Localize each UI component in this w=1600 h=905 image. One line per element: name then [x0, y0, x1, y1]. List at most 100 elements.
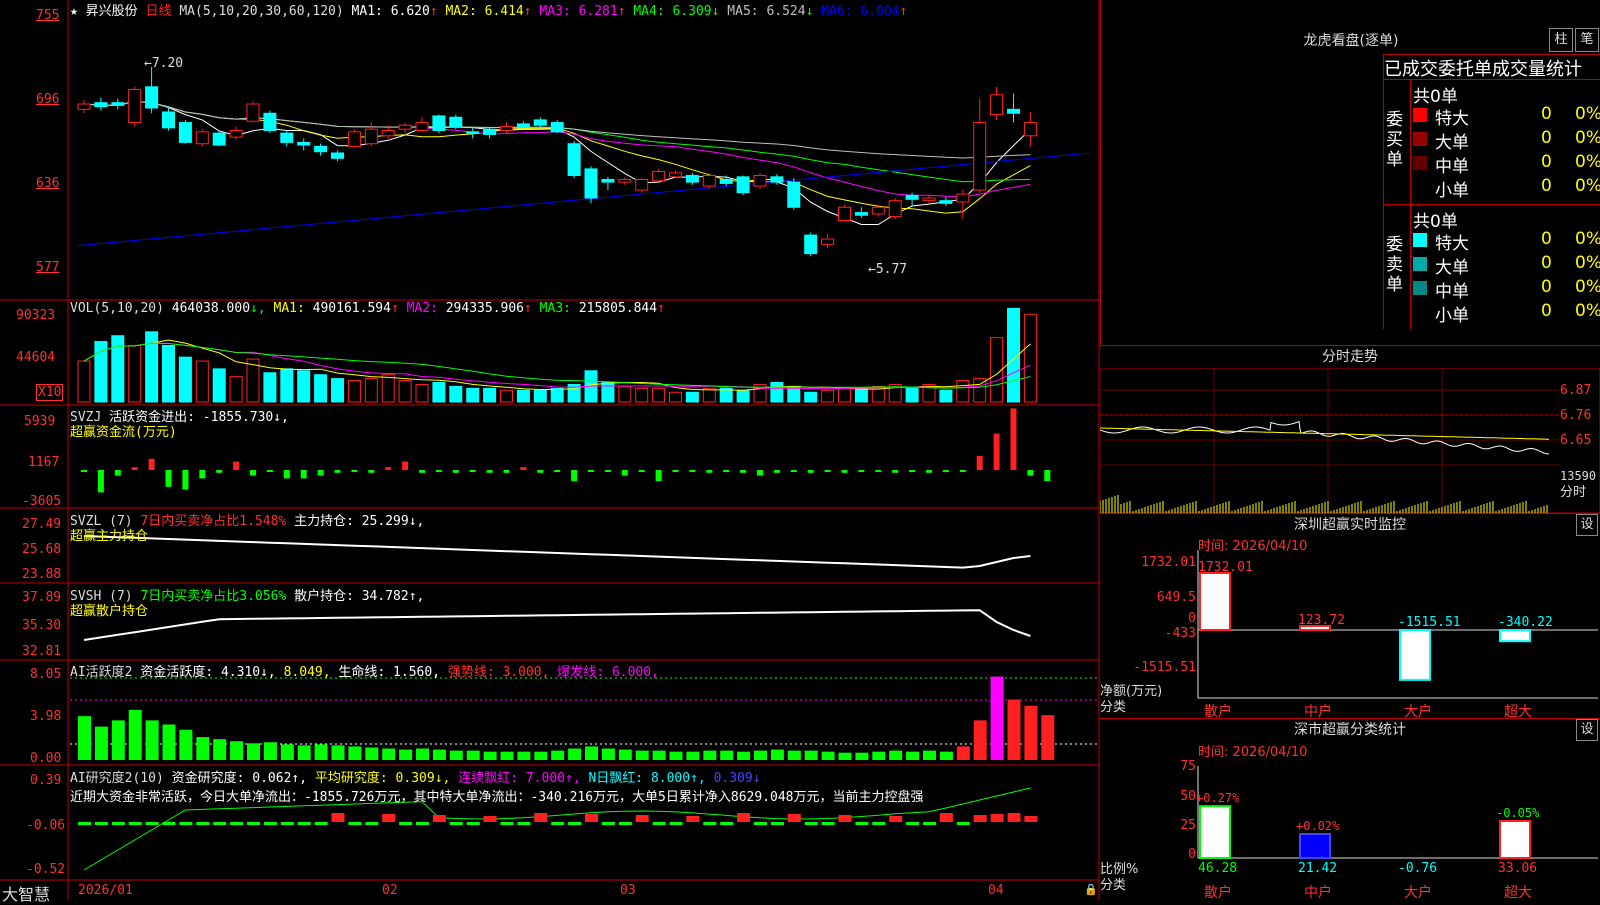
research-bar — [787, 814, 801, 822]
ma-label: MA5: — [719, 4, 767, 19]
buy-row: 特大 0 0% — [1411, 104, 1600, 129]
capital-flow-bar — [165, 470, 172, 487]
svzj-subtitle: 超赢资金流(万元) — [70, 425, 177, 440]
vol-ma-arrow: ↑ — [657, 301, 665, 316]
sell-name: 特大 — [1435, 234, 1469, 254]
buy-label: 委买单 — [1386, 110, 1403, 170]
capital-flow-bar — [757, 470, 763, 476]
candle — [77, 103, 91, 110]
capital-flow-bar — [689, 470, 696, 472]
buy-v: 0 — [1541, 152, 1552, 172]
candle — [652, 171, 666, 182]
ma-value: 6.281 — [578, 4, 618, 19]
research-bar — [585, 814, 598, 822]
activity-bar — [585, 746, 598, 760]
ai-life-line: 生命线: 1.560, — [338, 665, 441, 680]
candle — [533, 119, 547, 126]
activity-bar — [111, 720, 125, 760]
sell-name: 小单 — [1435, 306, 1469, 326]
ma-value: 6.004 — [860, 4, 900, 19]
svzl-ratio: 7日内买卖净占比1.548% — [140, 514, 287, 529]
research-bar — [703, 822, 717, 825]
tick-mode-button[interactable]: 笔 — [1575, 28, 1599, 52]
lock-icon[interactable]: 🔒 — [1084, 883, 1098, 896]
candle — [922, 197, 936, 202]
volume-bar — [178, 356, 192, 403]
research-summary: 近期大资金非常活跃，今日大单净流出：-1855.726万元，其中特大单净流出：-… — [70, 790, 924, 805]
capital-flow-bar — [604, 470, 611, 472]
volume-bar — [516, 389, 530, 403]
candle — [821, 238, 835, 245]
candle — [787, 181, 801, 208]
date-tick: 04 — [988, 883, 1004, 898]
price-tick: 636 — [36, 176, 60, 191]
intraday-tick: 6.87 — [1560, 383, 1591, 398]
activity-bar — [280, 744, 294, 760]
ai-tick: 3.98 — [30, 709, 62, 724]
capital-flow-bar — [571, 470, 578, 482]
buy-row: 小单 0 0% — [1411, 176, 1600, 201]
activity-bar — [635, 750, 649, 760]
stock-chart-panel[interactable] — [0, 0, 1100, 900]
intraday-avg-line — [1100, 427, 1549, 440]
research-bar — [618, 822, 632, 825]
capital-flow-bar — [520, 467, 527, 470]
classify-tick: 50 — [1180, 789, 1196, 804]
candle — [314, 145, 328, 153]
main-holding-line — [83, 535, 1031, 569]
monitor-value-label: 123.72 — [1298, 613, 1345, 628]
research-bar — [720, 822, 734, 825]
ma-arrow: ↑ — [523, 4, 532, 19]
bar-mode-button[interactable]: 柱 — [1549, 28, 1573, 52]
volume-bar — [956, 380, 970, 403]
svsh-tick: 37.89 — [22, 590, 62, 605]
activity-bar — [855, 752, 869, 760]
activity-bar — [432, 749, 446, 760]
capital-flow-bar — [554, 470, 561, 472]
buy-p: 0% — [1575, 152, 1600, 172]
activity-bar — [1007, 699, 1021, 760]
candle — [567, 143, 581, 177]
candle — [736, 176, 750, 194]
candle — [432, 115, 446, 131]
intraday-chart[interactable]: 6.87 6.76 6.65 13590 分时 — [1100, 368, 1600, 513]
research-bar — [416, 822, 429, 825]
monitor-category: 大户 — [1404, 703, 1432, 718]
capital-flow-bar — [875, 470, 882, 472]
buy-v: 0 — [1541, 176, 1552, 196]
candle — [111, 102, 125, 106]
capital-flow-bar — [368, 470, 375, 473]
svzj-tick: 5939 — [24, 414, 56, 429]
activity-bar — [145, 720, 159, 760]
classify-settings-button[interactable]: 设 — [1576, 719, 1598, 741]
research-bar — [331, 813, 345, 822]
ai-tick: 0.00 — [30, 751, 62, 766]
activity-bar — [939, 751, 953, 760]
activity-bar — [703, 750, 717, 760]
candle — [905, 194, 919, 200]
svzl-subtitle: 超赢主力持仓 — [70, 529, 149, 544]
capital-flow-bar — [81, 470, 87, 472]
vol-tick: 44604 — [16, 350, 56, 365]
vol-unit: X10 — [36, 384, 64, 401]
volume-bar — [229, 376, 243, 403]
dragon-title: 龙虎看盘(逐单) — [1303, 33, 1399, 49]
buy-name: 中单 — [1435, 157, 1469, 177]
monitor-settings-button[interactable]: 设 — [1576, 514, 1598, 536]
volume-bar — [550, 387, 564, 403]
classify-category: 超大 — [1504, 885, 1532, 900]
ai-research-header: AI研究度2(10) 资金研究度: 0.062↑, 平均研究度: 0.309↓,… — [70, 767, 761, 786]
research-bar — [297, 822, 311, 825]
buy-name: 大单 — [1435, 133, 1469, 153]
activity-bar — [821, 751, 835, 760]
buy-row: 中单 0 0% — [1411, 152, 1600, 177]
dragon-tabs[interactable]: 已成交委托单成交量统计 — [1383, 54, 1600, 80]
vol-label: VOL(5,10,20) — [70, 301, 164, 316]
research-bar — [365, 822, 379, 825]
vol-ma-label: MA1: — [273, 301, 313, 316]
classify-category: 散户 — [1204, 884, 1232, 900]
capital-flow-bar — [706, 470, 713, 473]
period-label[interactable]: 日线 — [146, 4, 172, 19]
star-icon[interactable]: ★ — [70, 4, 78, 19]
capital-flow-bar — [402, 461, 409, 470]
